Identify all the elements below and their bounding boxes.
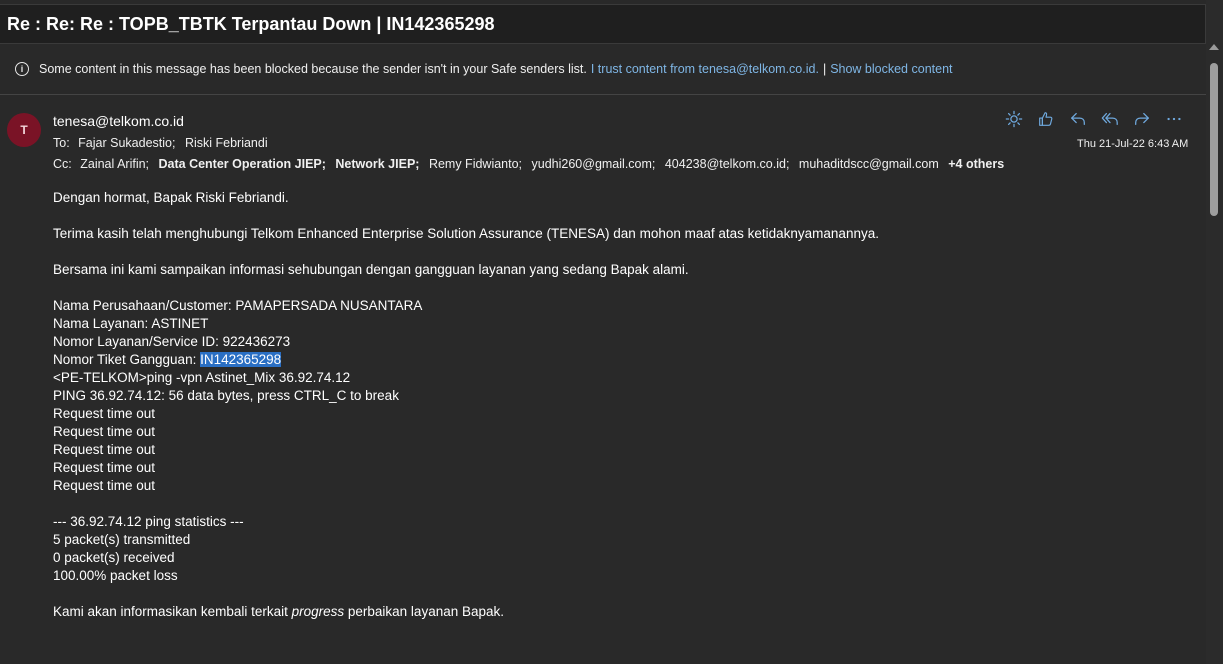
- ping-timeout: Request time out: [53, 460, 156, 475]
- ping-stats-header: --- 36.92.74.12 ping statistics ---: [53, 514, 244, 529]
- sent-date: Thu 21-Jul-22 6:43 AM: [1077, 138, 1189, 150]
- cc-recipient[interactable]: Zainal Arifin;: [80, 157, 149, 171]
- service-name-line: Nama Layanan: ASTINET: [53, 316, 209, 331]
- more-icon[interactable]: [1162, 108, 1186, 130]
- to-label: To:: [53, 136, 70, 150]
- recipient[interactable]: Fajar Sukadestio;: [78, 136, 175, 150]
- info-icon: i: [15, 62, 29, 76]
- forward-icon[interactable]: [1130, 108, 1154, 130]
- reply-all-icon[interactable]: [1098, 108, 1122, 130]
- ping-timeout: Request time out: [53, 424, 156, 439]
- ticket-line: Nomor Tiket Gangguan: IN142365298: [53, 351, 1193, 369]
- reading-pane: Re : Re: Re : TOPB_TBTK Terpantau Down |…: [0, 0, 1206, 664]
- service-id-line: Nomor Layanan/Service ID: 922436273: [53, 334, 291, 349]
- subject-bar: Re : Re: Re : TOPB_TBTK Terpantau Down |…: [0, 4, 1206, 44]
- brightness-icon[interactable]: [1002, 108, 1026, 130]
- closing-paragraph: Kami akan informasikan kembali terkait p…: [53, 603, 1193, 621]
- ping-timeout: Request time out: [53, 442, 156, 457]
- packets-transmitted: 5 packet(s) transmitted: [53, 532, 191, 547]
- cc-recipients: Cc: Zainal Arifin; Data Center Operation…: [53, 157, 1004, 171]
- customer-line: Nama Perusahaan/Customer: PAMAPERSADA NU…: [53, 298, 423, 313]
- message-body: Dengan hormat, Bapak Riski Febriandi. Te…: [53, 189, 1193, 621]
- vertical-scrollbar[interactable]: [1206, 0, 1223, 664]
- intro-paragraph: Bersama ini kami sampaikan informasi seh…: [53, 262, 689, 277]
- scroll-thumb[interactable]: [1210, 63, 1218, 216]
- link-separator: |: [822, 62, 827, 76]
- ping-timeout: Request time out: [53, 406, 156, 421]
- packet-loss: 100.00% packet loss: [53, 568, 178, 583]
- blocked-content-banner: i Some content in this message has been …: [0, 44, 1206, 95]
- ping-timeout: Request time out: [53, 478, 156, 493]
- to-recipients: To: Fajar Sukadestio; Riski Febriandi: [53, 136, 274, 150]
- closing-after: perbaikan layanan Bapak.: [344, 604, 505, 619]
- packets-received: 0 packet(s) received: [53, 550, 175, 565]
- cc-recipient[interactable]: yudhi260@gmail.com;: [532, 157, 656, 171]
- reply-icon[interactable]: [1066, 108, 1090, 130]
- email-subject: Re : Re: Re : TOPB_TBTK Terpantau Down |…: [7, 13, 495, 34]
- closing-emphasis: progress: [291, 604, 345, 619]
- scroll-up-arrow-icon[interactable]: [1209, 44, 1219, 50]
- cc-label: Cc:: [53, 157, 72, 171]
- message-actions: [1002, 108, 1186, 130]
- ticket-id-selected[interactable]: IN142365298: [200, 352, 282, 367]
- ping-header: PING 36.92.74.12: 56 data bytes, press C…: [53, 388, 399, 403]
- recipient[interactable]: Riski Febriandi: [185, 136, 268, 150]
- cc-recipient[interactable]: 404238@telkom.co.id;: [665, 157, 790, 171]
- greeting: Dengan hormat, Bapak Riski Febriandi.: [53, 190, 289, 205]
- thanks-paragraph: Terima kasih telah menghubungi Telkom En…: [53, 226, 879, 241]
- sender-address[interactable]: tenesa@telkom.co.id: [53, 113, 184, 129]
- cc-recipient[interactable]: muhaditdscc@gmail.com: [799, 157, 939, 171]
- closing-before: Kami akan informasikan kembali terkait: [53, 604, 292, 619]
- blocked-message: Some content in this message has been bl…: [39, 62, 587, 76]
- cc-recipient[interactable]: Remy Fidwianto;: [429, 157, 522, 171]
- like-icon[interactable]: [1034, 108, 1058, 130]
- ticket-label: Nomor Tiket Gangguan:: [53, 352, 201, 367]
- cc-recipient[interactable]: Data Center Operation JIEP;: [159, 157, 326, 171]
- more-recipients-link[interactable]: +4 others: [948, 157, 1004, 171]
- show-blocked-content-link[interactable]: Show blocked content: [830, 62, 952, 76]
- avatar[interactable]: T: [7, 113, 41, 147]
- cc-recipient[interactable]: Network JIEP;: [335, 157, 419, 171]
- ping-command: <PE-TELKOM>ping -vpn Astinet_Mix 36.92.7…: [53, 370, 351, 385]
- trust-sender-link[interactable]: I trust content from tenesa@telkom.co.id…: [591, 62, 819, 76]
